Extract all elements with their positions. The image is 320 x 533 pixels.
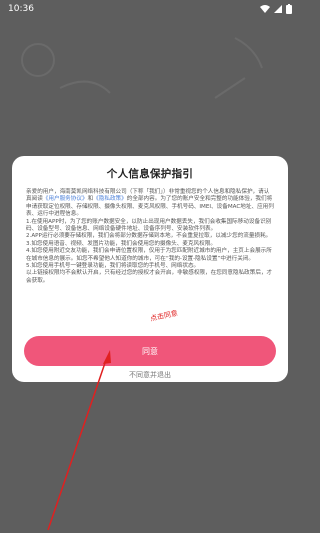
status-time: 10:36 [8, 4, 34, 14]
dialog-intro: 亲爱的用户，海南莫凯网络科技有限公司（下称「我们」）非常重视您的个人信息和隐私保… [26, 189, 274, 219]
dialog-title: 个人信息保护指引 [106, 168, 194, 180]
agree-button[interactable]: 同意 [24, 336, 276, 366]
permission-item-4: 4.如您使用附近交友功能，我们会申请位置权限，仅用于为您匹配附近城市的用户，主页… [26, 248, 272, 262]
user-service-agreement-link[interactable]: 《用户服务协议》 [43, 196, 88, 202]
background-decoration [21, 37, 263, 99]
dialog-footer-note: 以上链接权限均不会默认开启，只有经过您的授权才会开启，非敏感权限，在您同意隐私政… [26, 270, 273, 284]
battery-icon [286, 4, 292, 14]
privacy-policy-link[interactable]: 《隐私政策》 [93, 196, 127, 202]
permission-item-1: 1.在使用APP时，为了您的账户数据安全，以防止出现用户数据丢失，我们会收集国际… [26, 218, 272, 233]
wifi-icon [260, 5, 270, 13]
status-bar: 10:36 [0, 0, 300, 18]
status-icons [260, 4, 292, 14]
permission-item-2: 2.APP运行必须要存储权限，我们会将部分数据存储到本地，不会重复拉取，以减少您… [26, 233, 272, 240]
dialog-body: 亲爱的用户，海南莫凯网络科技有限公司（下称「我们」）非常重视您的个人信息和隐私保… [26, 189, 274, 285]
navigation-bar [0, 515, 300, 533]
disagree-exit-link[interactable]: 不同意并退出 [0, 370, 300, 380]
signal-icon [274, 5, 282, 13]
